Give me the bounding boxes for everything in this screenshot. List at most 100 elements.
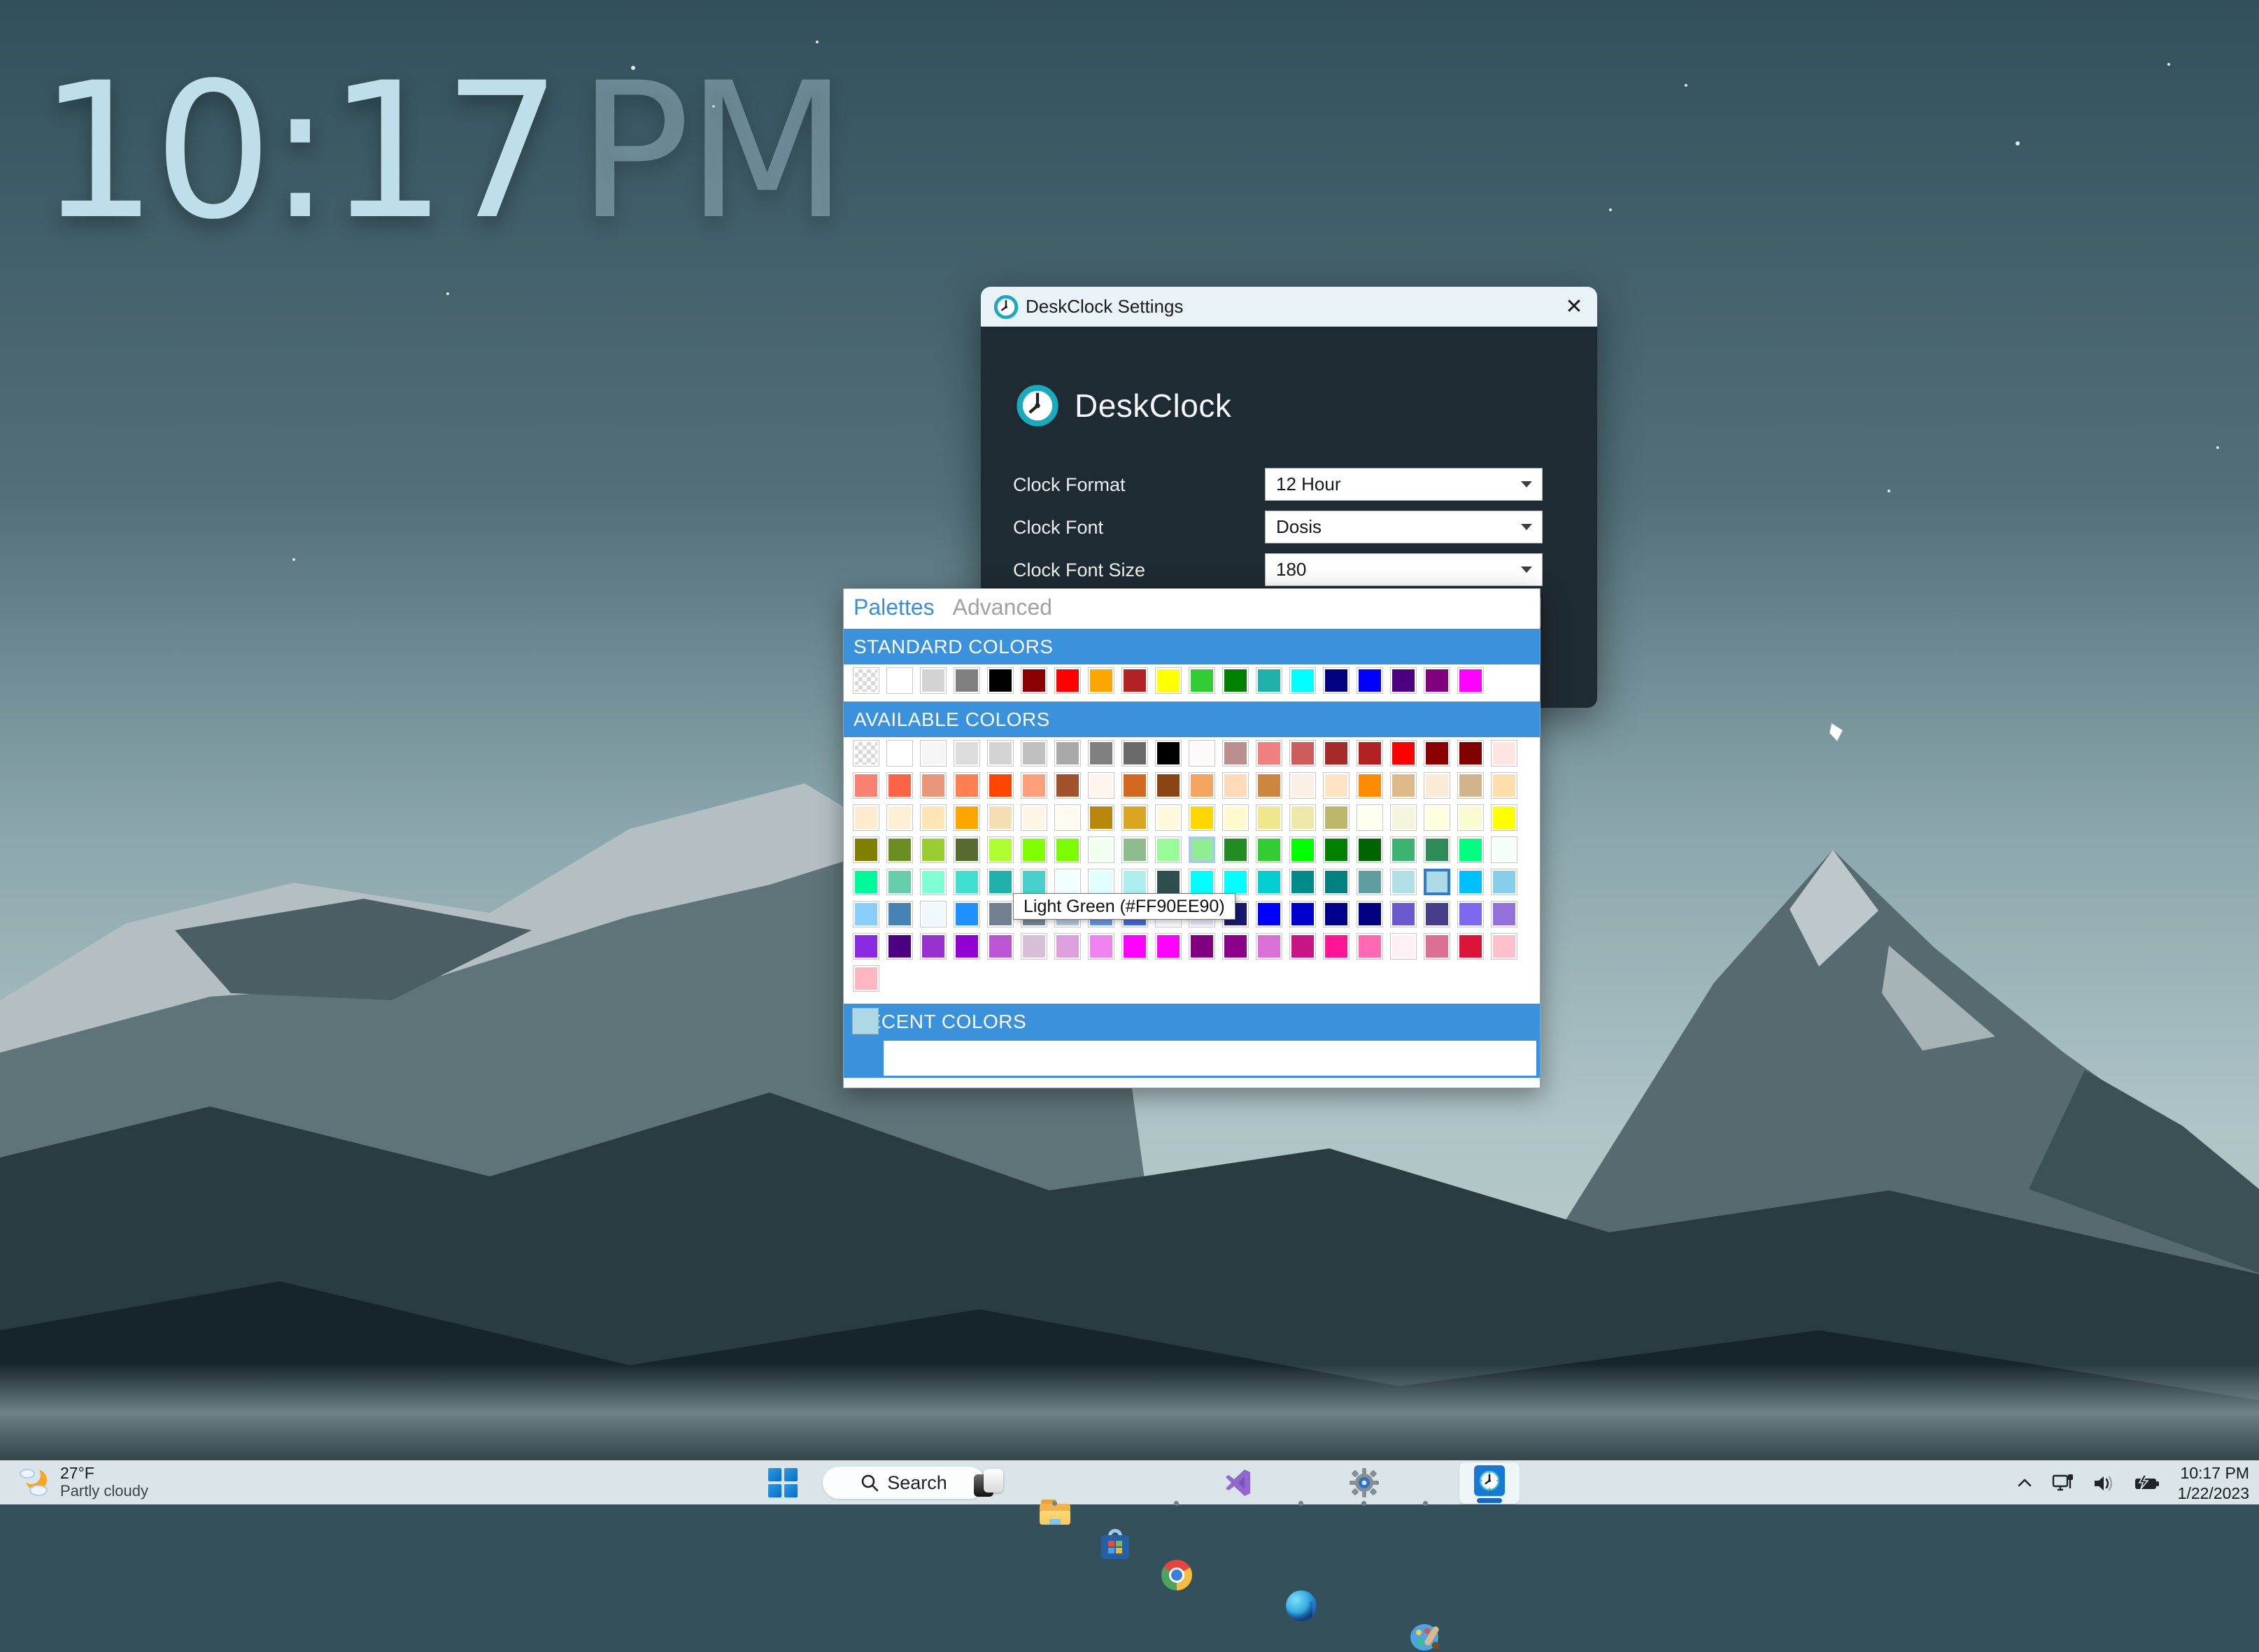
color-swatch[interactable]	[886, 667, 913, 694]
color-swatch[interactable]	[1121, 804, 1148, 831]
color-swatch[interactable]	[1457, 836, 1484, 863]
chrome-button[interactable]	[1161, 1560, 1192, 1590]
tab-advanced[interactable]: Advanced	[953, 594, 1052, 620]
color-swatch[interactable]	[1491, 836, 1517, 863]
color-swatch[interactable]	[1155, 667, 1182, 694]
color-swatch[interactable]	[853, 965, 879, 992]
color-swatch[interactable]	[1189, 933, 1215, 960]
network-icon[interactable]	[2052, 1473, 2074, 1494]
color-swatch[interactable]	[1088, 772, 1114, 799]
close-icon[interactable]: ✕	[1551, 287, 1597, 327]
settings-button[interactable]	[1349, 1467, 1380, 1498]
color-swatch[interactable]	[954, 933, 980, 960]
color-swatch[interactable]	[1054, 804, 1081, 831]
color-swatch[interactable]	[1155, 772, 1182, 799]
color-swatch[interactable]	[1088, 869, 1114, 895]
color-swatch[interactable]	[1390, 772, 1417, 799]
color-swatch[interactable]	[1323, 667, 1350, 694]
color-swatch[interactable]	[1054, 836, 1081, 863]
color-swatch[interactable]	[1390, 933, 1417, 960]
color-swatch[interactable]	[1357, 836, 1383, 863]
color-swatch[interactable]	[853, 804, 879, 831]
dialog-titlebar[interactable]: DeskClock Settings ✕	[981, 287, 1597, 327]
color-swatch-hovered[interactable]	[1189, 836, 1215, 863]
color-swatch[interactable]	[1088, 804, 1114, 831]
color-swatch[interactable]	[1457, 933, 1484, 960]
color-swatch[interactable]	[1021, 804, 1047, 831]
color-swatch[interactable]	[1457, 740, 1484, 767]
color-swatch[interactable]	[1457, 804, 1484, 831]
color-swatch[interactable]	[1021, 667, 1047, 694]
color-swatch[interactable]	[1054, 667, 1081, 694]
color-swatch[interactable]	[1357, 804, 1383, 831]
start-button[interactable]	[768, 1468, 798, 1497]
color-swatch[interactable]	[1424, 804, 1450, 831]
color-swatch[interactable]	[1256, 933, 1282, 960]
color-swatch[interactable]	[853, 933, 879, 960]
color-swatch[interactable]	[1189, 804, 1215, 831]
tab-palettes[interactable]: Palettes	[854, 594, 935, 620]
color-swatch[interactable]	[1054, 772, 1081, 799]
color-swatch[interactable]	[1222, 772, 1249, 799]
color-swatch[interactable]	[920, 740, 947, 767]
color-swatch[interactable]	[1121, 667, 1148, 694]
clock-font-dropdown[interactable]: Dosis	[1265, 511, 1543, 543]
color-swatch[interactable]	[1289, 901, 1316, 927]
color-swatch[interactable]	[886, 772, 913, 799]
color-swatch[interactable]	[1054, 933, 1081, 960]
color-swatch[interactable]	[1256, 804, 1282, 831]
color-swatch[interactable]	[987, 869, 1014, 895]
color-swatch[interactable]	[954, 740, 980, 767]
color-swatch[interactable]	[1189, 740, 1215, 767]
color-swatch[interactable]	[987, 836, 1014, 863]
color-swatch[interactable]	[853, 836, 879, 863]
color-swatch[interactable]	[1424, 772, 1450, 799]
color-swatch[interactable]	[886, 740, 913, 767]
color-swatch[interactable]	[1424, 933, 1450, 960]
color-swatch[interactable]	[954, 901, 980, 927]
color-swatch[interactable]	[1457, 869, 1484, 895]
color-swatch[interactable]	[987, 667, 1014, 694]
color-swatch[interactable]	[1222, 667, 1249, 694]
color-swatch[interactable]	[920, 836, 947, 863]
color-swatch[interactable]	[1021, 772, 1047, 799]
color-swatch[interactable]	[987, 772, 1014, 799]
color-swatch[interactable]	[1256, 740, 1282, 767]
color-swatch[interactable]	[920, 772, 947, 799]
color-swatch[interactable]	[1021, 933, 1047, 960]
color-swatch[interactable]	[1357, 869, 1383, 895]
volume-icon[interactable]	[2092, 1473, 2116, 1494]
visual-studio-button[interactable]	[1223, 1467, 1254, 1498]
color-swatch[interactable]	[1357, 740, 1383, 767]
color-swatch[interactable]	[920, 901, 947, 927]
color-swatch[interactable]	[1424, 740, 1450, 767]
color-swatch[interactable]	[987, 740, 1014, 767]
hidden-icons-chevron-icon[interactable]	[2016, 1474, 2034, 1493]
color-swatch[interactable]	[920, 667, 947, 694]
color-swatch[interactable]	[1491, 901, 1517, 927]
color-swatch[interactable]	[1121, 772, 1148, 799]
color-swatch[interactable]	[1121, 740, 1148, 767]
paint-button[interactable]	[1410, 1621, 1441, 1652]
deskclock-taskbar-button[interactable]	[1459, 1462, 1520, 1504]
color-swatch[interactable]	[987, 933, 1014, 960]
color-swatch[interactable]	[1424, 667, 1450, 694]
color-swatch[interactable]	[1390, 740, 1417, 767]
color-swatch[interactable]	[1357, 667, 1383, 694]
color-swatch[interactable]	[1323, 804, 1350, 831]
color-swatch[interactable]	[1088, 933, 1114, 960]
color-swatch[interactable]	[1390, 901, 1417, 927]
color-swatch[interactable]	[1491, 933, 1517, 960]
color-swatch[interactable]	[1155, 804, 1182, 831]
weather-widget[interactable]: 27°F Partly cloudy	[17, 1464, 148, 1500]
color-swatch[interactable]	[1323, 836, 1350, 863]
battery-charging-icon[interactable]	[2134, 1474, 2160, 1493]
color-swatch[interactable]	[1289, 836, 1316, 863]
color-swatch[interactable]	[1457, 772, 1484, 799]
color-swatch[interactable]	[1424, 836, 1450, 863]
color-swatch[interactable]	[1289, 804, 1316, 831]
color-swatch[interactable]	[1054, 869, 1081, 895]
color-swatch[interactable]	[954, 772, 980, 799]
color-swatch[interactable]	[1222, 836, 1249, 863]
color-swatch[interactable]	[1256, 836, 1282, 863]
